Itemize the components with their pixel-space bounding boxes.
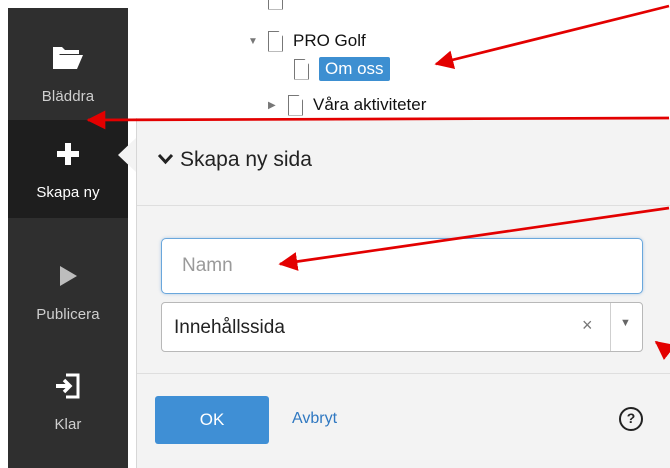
- footer-divider: [137, 373, 670, 374]
- sidebar-item-label: Skapa ny: [36, 184, 100, 201]
- panel-title[interactable]: Skapa ny sida: [157, 148, 312, 172]
- cancel-link[interactable]: Avbryt: [292, 410, 337, 428]
- tree-item-vara-aktiviteter[interactable]: ▶ Våra aktiviteter: [268, 92, 426, 118]
- page-icon: [268, 0, 283, 10]
- plus-icon: [8, 136, 128, 172]
- tree-item-label: Om oss: [319, 57, 390, 81]
- sidebar-item-label: Publicera: [36, 306, 100, 323]
- name-input[interactable]: [161, 238, 643, 294]
- page-type-value: Innehållssida: [174, 317, 285, 338]
- tree-item-cut: [268, 0, 293, 12]
- select-divider: [610, 303, 611, 351]
- tree-item-om-oss[interactable]: Om oss: [294, 56, 390, 82]
- panel-header: Skapa ny sida: [137, 118, 670, 206]
- panel-title-text: Skapa ny sida: [180, 148, 312, 171]
- panel-pointer: [118, 138, 136, 172]
- help-icon[interactable]: ?: [619, 407, 643, 431]
- tree-item-label: Våra aktiviteter: [313, 95, 427, 114]
- expand-caret-right-icon[interactable]: ▶: [268, 100, 280, 111]
- ok-button[interactable]: OK: [155, 396, 269, 444]
- play-icon: [8, 258, 128, 294]
- chevron-down-icon[interactable]: [157, 150, 174, 170]
- page-icon: [268, 30, 283, 52]
- exit-icon: [8, 368, 128, 404]
- sidebar: Bläddra Skapa ny Publicera Klar: [8, 8, 128, 468]
- sidebar-item-create[interactable]: Skapa ny: [8, 120, 128, 218]
- dropdown-arrow-icon[interactable]: ▼: [620, 317, 631, 329]
- sidebar-item-label: Bläddra: [41, 88, 95, 105]
- sidebar-item-publish[interactable]: Publicera: [8, 234, 128, 338]
- page-icon: [288, 94, 303, 116]
- sidebar-item-browse[interactable]: Bläddra: [8, 16, 128, 120]
- page-icon: [294, 58, 309, 80]
- tree-item-pro-golf[interactable]: ▼ PRO Golf: [248, 28, 366, 54]
- tree-item-label: PRO Golf: [293, 31, 366, 50]
- expand-caret-down-icon[interactable]: ▼: [248, 36, 260, 47]
- clear-icon[interactable]: ×: [582, 315, 593, 336]
- sidebar-item-done[interactable]: Klar: [8, 344, 128, 448]
- create-page-panel: Skapa ny sida Innehållssida × ▼ OK Avbry…: [136, 118, 670, 468]
- page-type-select[interactable]: Innehållssida × ▼: [161, 302, 643, 352]
- folder-icon: [8, 40, 128, 76]
- sidebar-item-label: Klar: [54, 416, 82, 433]
- page-tree: ▼ PRO Golf Om oss ▶ Våra aktiviteter: [136, 0, 670, 132]
